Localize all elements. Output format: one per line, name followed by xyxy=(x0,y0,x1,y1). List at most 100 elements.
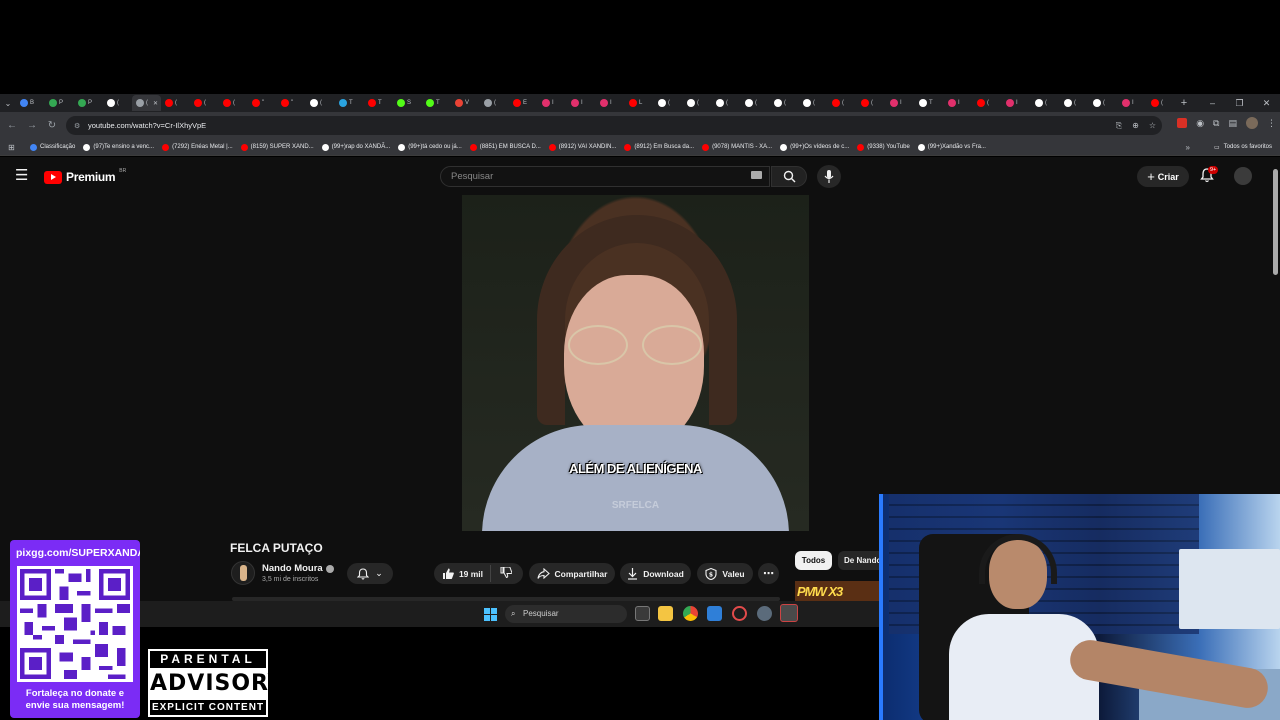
browser-tab[interactable]: ( xyxy=(1147,95,1176,111)
side-panel-icon[interactable]: ▤ xyxy=(1228,118,1237,129)
browser-tab[interactable]: I xyxy=(886,95,915,111)
bookmark-item[interactable]: (99+)rap do XANDÃ... xyxy=(321,143,390,151)
bookmark-item[interactable]: (97)Te ensino a venc... xyxy=(83,143,154,151)
browser-tab[interactable]: ( xyxy=(219,95,248,111)
extensions-puzzle-icon[interactable]: ⧉ xyxy=(1213,118,1219,129)
create-button[interactable]: + Criar xyxy=(1137,166,1189,187)
extension-icon[interactable] xyxy=(1177,118,1188,128)
reload-icon[interactable]: ↻ xyxy=(42,120,62,131)
browser-tab[interactable]: ( xyxy=(828,95,857,111)
browser-tab[interactable]: I xyxy=(567,95,596,111)
video-player[interactable]: ALÉM DE ALIENÍGENA SRFELCA xyxy=(462,195,809,531)
browser-tab[interactable]: ( xyxy=(799,95,828,111)
app-icon[interactable] xyxy=(732,606,747,621)
browser-tab[interactable]: I xyxy=(1118,95,1147,111)
zoom-icon[interactable]: ⊕ xyxy=(1132,121,1139,130)
bookmark-item[interactable]: (9338) YouTube xyxy=(857,143,910,151)
chrome-icon[interactable] xyxy=(683,606,698,621)
extension-icon[interactable]: ◉ xyxy=(1196,118,1204,129)
browser-tab[interactable]: B xyxy=(16,95,45,111)
bookmark-item[interactable]: (7292) Enéas Metal |... xyxy=(162,143,233,151)
profile-avatar[interactable] xyxy=(1246,117,1258,129)
browser-tab[interactable]: I xyxy=(944,95,973,111)
more-bookmarks-icon[interactable]: » xyxy=(1186,143,1190,152)
all-bookmarks-folder[interactable]: ▭ Todos os favoritos xyxy=(1214,144,1272,151)
browser-tab[interactable]: P xyxy=(45,95,74,111)
app-icon[interactable] xyxy=(707,606,722,621)
address-bar[interactable]: ⚙ youtube.com/watch?v=Cr-IlXhyVpE ⎘ ⊕ ☆ xyxy=(66,116,1162,135)
bookmark-item[interactable]: (8912) Em Busca da... xyxy=(624,143,694,151)
browser-tab[interactable]: " xyxy=(248,95,277,111)
browser-tab[interactable]: T xyxy=(335,95,364,111)
thumbs-down-icon[interactable] xyxy=(500,567,512,578)
browser-tab[interactable]: E xyxy=(509,95,538,111)
browser-tab[interactable]: S xyxy=(393,95,422,111)
active-app-icon[interactable] xyxy=(780,604,798,622)
browser-tab[interactable]: T xyxy=(364,95,393,111)
browser-tab[interactable]: ( xyxy=(1031,95,1060,111)
search-button[interactable] xyxy=(771,166,807,187)
apps-grid-icon[interactable]: ⊞ xyxy=(8,143,24,152)
more-actions-button[interactable]: ⋯ xyxy=(758,563,779,584)
restore-icon[interactable]: ❐ xyxy=(1226,94,1253,112)
windows-start-icon[interactable] xyxy=(484,608,497,621)
browser-tab[interactable]: T xyxy=(422,95,451,111)
browser-tab[interactable]: ( xyxy=(103,95,132,111)
site-info-icon[interactable]: ⚙ xyxy=(74,122,82,130)
page-scrollbar[interactable] xyxy=(1273,169,1278,275)
download-button[interactable]: Download xyxy=(620,563,691,584)
back-icon[interactable]: ← xyxy=(2,120,22,131)
install-app-icon[interactable]: ⎘ xyxy=(1116,121,1122,131)
browser-tab[interactable]: ( xyxy=(480,95,509,111)
browser-tab[interactable]: L xyxy=(625,95,654,111)
browser-tab[interactable]: I xyxy=(1002,95,1031,111)
task-view-icon[interactable] xyxy=(635,606,650,621)
browser-tab[interactable]: ( xyxy=(741,95,770,111)
hamburger-menu-icon[interactable]: ☰ xyxy=(15,168,28,183)
browser-tab[interactable]: ( xyxy=(857,95,886,111)
browser-tab[interactable]: ( xyxy=(1089,95,1118,111)
browser-tab[interactable]: T xyxy=(915,95,944,111)
browser-tab[interactable]: V xyxy=(451,95,480,111)
browser-tab[interactable]: ( xyxy=(190,95,219,111)
account-avatar[interactable] xyxy=(1234,167,1252,185)
bookmark-item[interactable]: (99+)Xandão vs Fra... xyxy=(917,143,986,151)
subscribed-button[interactable]: ⌄ xyxy=(347,563,393,584)
browser-tab[interactable]: I xyxy=(596,95,625,111)
bookmark-item[interactable]: (8912) VAI XANDIN... xyxy=(548,143,616,151)
browser-tab[interactable]: ( xyxy=(770,95,799,111)
tab-search-chevron-icon[interactable]: ⌄ xyxy=(0,99,16,108)
forward-icon[interactable]: → xyxy=(22,120,42,131)
share-button[interactable]: Compartilhar xyxy=(529,563,615,584)
taskbar-search-input[interactable]: ⌕ Pesquisar xyxy=(505,605,627,623)
voice-search-button[interactable] xyxy=(817,165,841,188)
minimize-icon[interactable]: – xyxy=(1199,94,1226,112)
bookmark-item[interactable]: (8159) SUPER XAND... xyxy=(240,143,314,151)
bookmark-star-icon[interactable]: ☆ xyxy=(1149,121,1156,130)
new-tab-button[interactable]: + xyxy=(1176,97,1192,109)
browser-tab[interactable]: I xyxy=(538,95,567,111)
bookmark-item[interactable]: (99+)tá cedo ou já... xyxy=(398,143,462,151)
keyboard-icon[interactable] xyxy=(751,171,762,179)
channel-avatar[interactable] xyxy=(231,561,255,585)
browser-tab[interactable]: " xyxy=(277,95,306,111)
browser-menu-icon[interactable]: ⋮ xyxy=(1267,118,1276,129)
thanks-button[interactable]: $ Valeu xyxy=(697,563,753,584)
close-window-icon[interactable]: ✕ xyxy=(1253,94,1280,112)
bookmark-item[interactable]: (9078) MANTIS - XA... xyxy=(702,143,772,151)
browser-tab[interactable]: ( xyxy=(973,95,1002,111)
bookmark-item[interactable]: Classificação xyxy=(30,143,75,151)
recommended-thumbnail[interactable]: PMW X3 xyxy=(795,581,879,603)
browser-tab[interactable]: ( xyxy=(1060,95,1089,111)
browser-tab[interactable]: ( xyxy=(654,95,683,111)
chip-all[interactable]: Todos xyxy=(795,551,832,570)
browser-tab[interactable]: (✕ xyxy=(132,95,161,111)
browser-tab[interactable]: ( xyxy=(161,95,190,111)
browser-tab[interactable]: ( xyxy=(712,95,741,111)
bookmark-item[interactable]: (99+)Os vídeos de c... xyxy=(780,143,849,151)
browser-tab[interactable]: ( xyxy=(306,95,335,111)
close-tab-icon[interactable]: ✕ xyxy=(153,100,158,107)
bookmark-item[interactable]: (8851) EM BUSCA D... xyxy=(469,143,541,151)
settings-icon[interactable] xyxy=(757,606,772,621)
file-explorer-icon[interactable] xyxy=(658,606,673,621)
